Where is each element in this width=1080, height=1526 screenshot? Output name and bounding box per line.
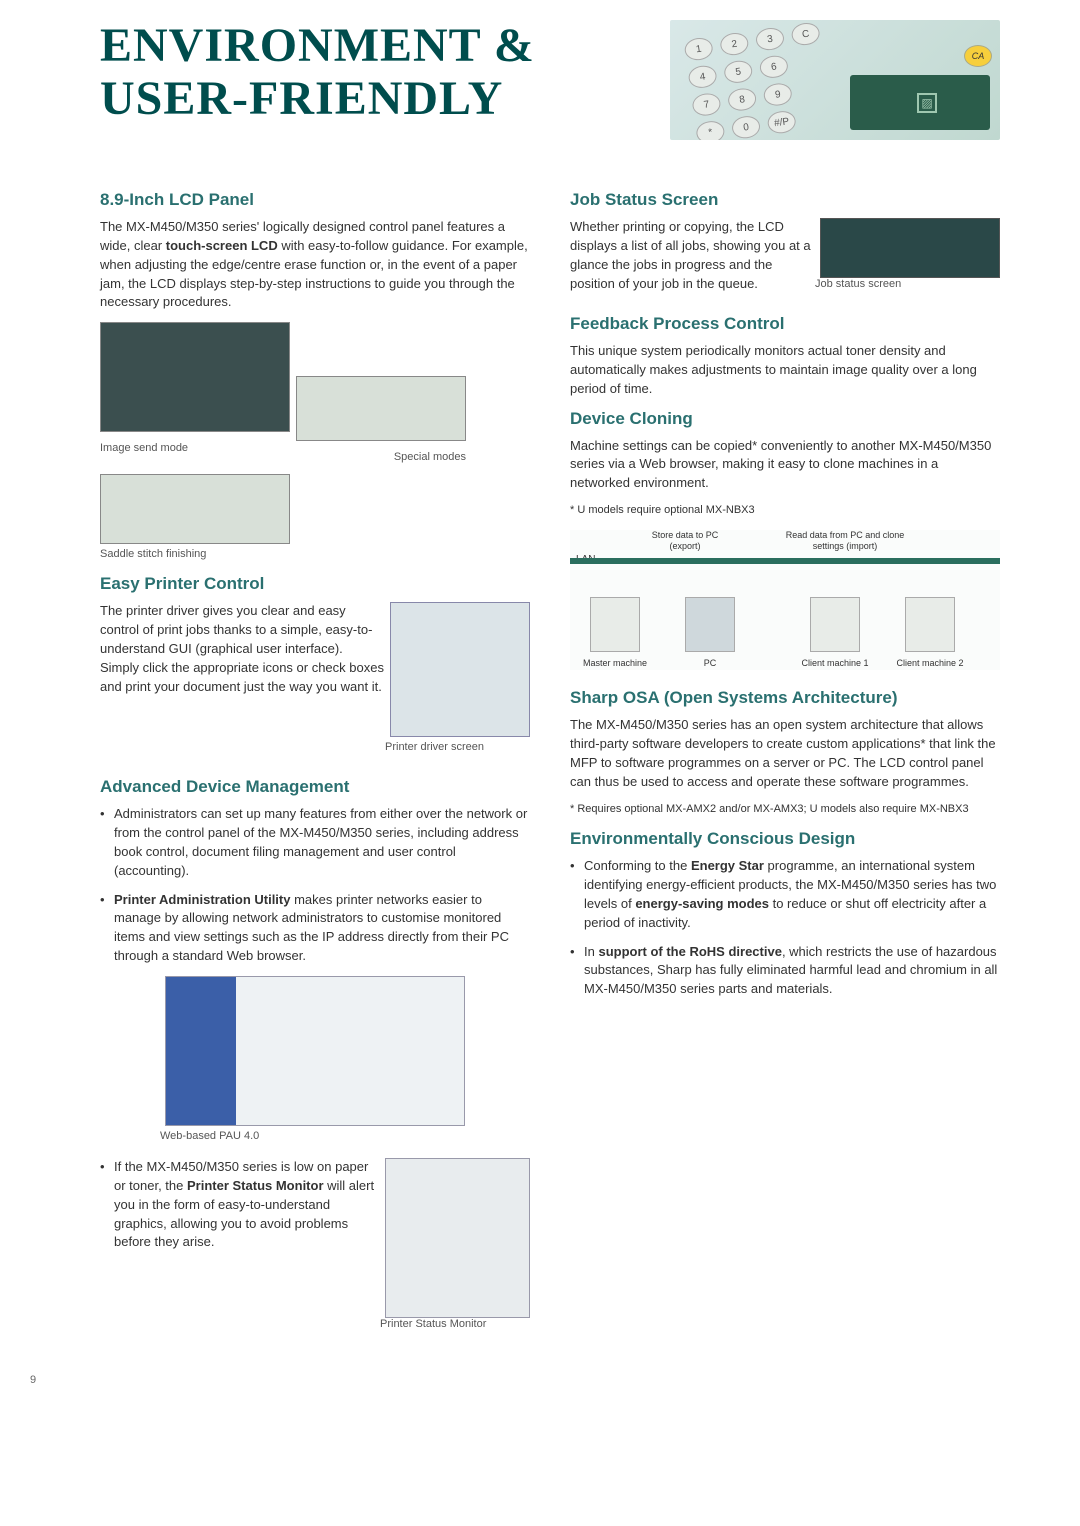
title-line-2: USER-FRIENDLY: [100, 72, 503, 125]
caption-image-send: Image send mode: [100, 442, 290, 454]
heading-cloning: Device Cloning: [570, 409, 1000, 429]
env-bullet-list: Conforming to the Energy Star programme,…: [570, 857, 1000, 999]
figure-device-cloning: LAN Store data to PC (export) Read data …: [570, 530, 1000, 670]
page-title: ENVIRONMENT & USER-FRIENDLY: [100, 20, 670, 126]
figure-job-status: [820, 218, 1000, 278]
adm-bullet-3: If the MX-M450/M350 series is low on pap…: [100, 1158, 530, 1252]
read-label: Read data from PC and clone settings (im…: [775, 530, 915, 552]
adm-bullet-list: Administrators can set up many features …: [100, 805, 530, 966]
figure-image-send-mode: [100, 322, 290, 432]
figure-special-modes: [296, 376, 466, 441]
ca-button-graphic: CA: [964, 45, 992, 67]
store-label: Store data to PC (export): [640, 530, 730, 552]
env-bullet-2: In support of the RoHS directive, which …: [570, 943, 1000, 1000]
heading-feedback: Feedback Process Control: [570, 314, 1000, 334]
figure-pau: [165, 976, 465, 1126]
adm-bullet-2: Printer Administration Utility makes pri…: [100, 891, 530, 966]
osa-paragraph: The MX-M450/M350 series has an open syst…: [570, 716, 1000, 791]
caption-special-modes: Special modes: [296, 451, 466, 463]
adm-bullet-list-2: If the MX-M450/M350 series is low on pap…: [100, 1158, 530, 1252]
pc-icon: [685, 597, 735, 652]
page-number: 9: [30, 1374, 530, 1386]
master-machine-icon: [590, 597, 640, 652]
heading-lcd-panel: 8.9-Inch LCD Panel: [100, 190, 530, 210]
osa-footnote: * Requires optional MX-AMX2 and/or MX-AM…: [570, 802, 1000, 817]
env-bullet-1: Conforming to the Energy Star programme,…: [570, 857, 1000, 932]
lcd-graphic: ▨: [850, 75, 990, 130]
client1-label: Client machine 1: [795, 658, 875, 669]
caption-saddle-stitch: Saddle stitch finishing: [100, 548, 530, 560]
heading-adm: Advanced Device Management: [100, 777, 530, 797]
heading-osa: Sharp OSA (Open Systems Architecture): [570, 688, 1000, 708]
title-line-1: ENVIRONMENT &: [100, 19, 535, 72]
lcd-figures-row: Image send mode Special modes: [100, 322, 530, 544]
pc-label: PC: [695, 658, 725, 669]
caption-psm: Printer Status Monitor: [380, 1318, 530, 1330]
heading-easy-printer: Easy Printer Control: [100, 574, 530, 594]
adm-bullet-1: Administrators can set up many features …: [100, 805, 530, 880]
caption-pau: Web-based PAU 4.0: [160, 1130, 530, 1142]
cloning-footnote: * U models require optional MX-NBX3: [570, 503, 1000, 518]
figure-saddle-stitch: [100, 474, 290, 544]
client-2-icon: [905, 597, 955, 652]
heading-job-status: Job Status Screen: [570, 190, 1000, 210]
master-label: Master machine: [580, 658, 650, 669]
hero-image: 123C 456 789 *0#/P CA ▨: [670, 20, 1000, 140]
right-column: Job Status Screen Job status screen Whet…: [570, 180, 1000, 1386]
client-1-icon: [810, 597, 860, 652]
cloning-paragraph: Machine settings can be copied* convenie…: [570, 437, 1000, 494]
left-column: 8.9-Inch LCD Panel The MX-M450/M350 seri…: [100, 180, 530, 1386]
heading-env: Environmentally Conscious Design: [570, 829, 1000, 849]
client2-label: Client machine 2: [890, 658, 970, 669]
keypad-graphic: 123C 456 789 *0#/P: [683, 21, 834, 140]
doc-icon: ▨: [917, 93, 937, 113]
figure-printer-driver: [390, 602, 530, 737]
feedback-paragraph: This unique system periodically monitors…: [570, 342, 1000, 399]
lcd-paragraph: The MX-M450/M350 series' logically desig…: [100, 218, 530, 312]
